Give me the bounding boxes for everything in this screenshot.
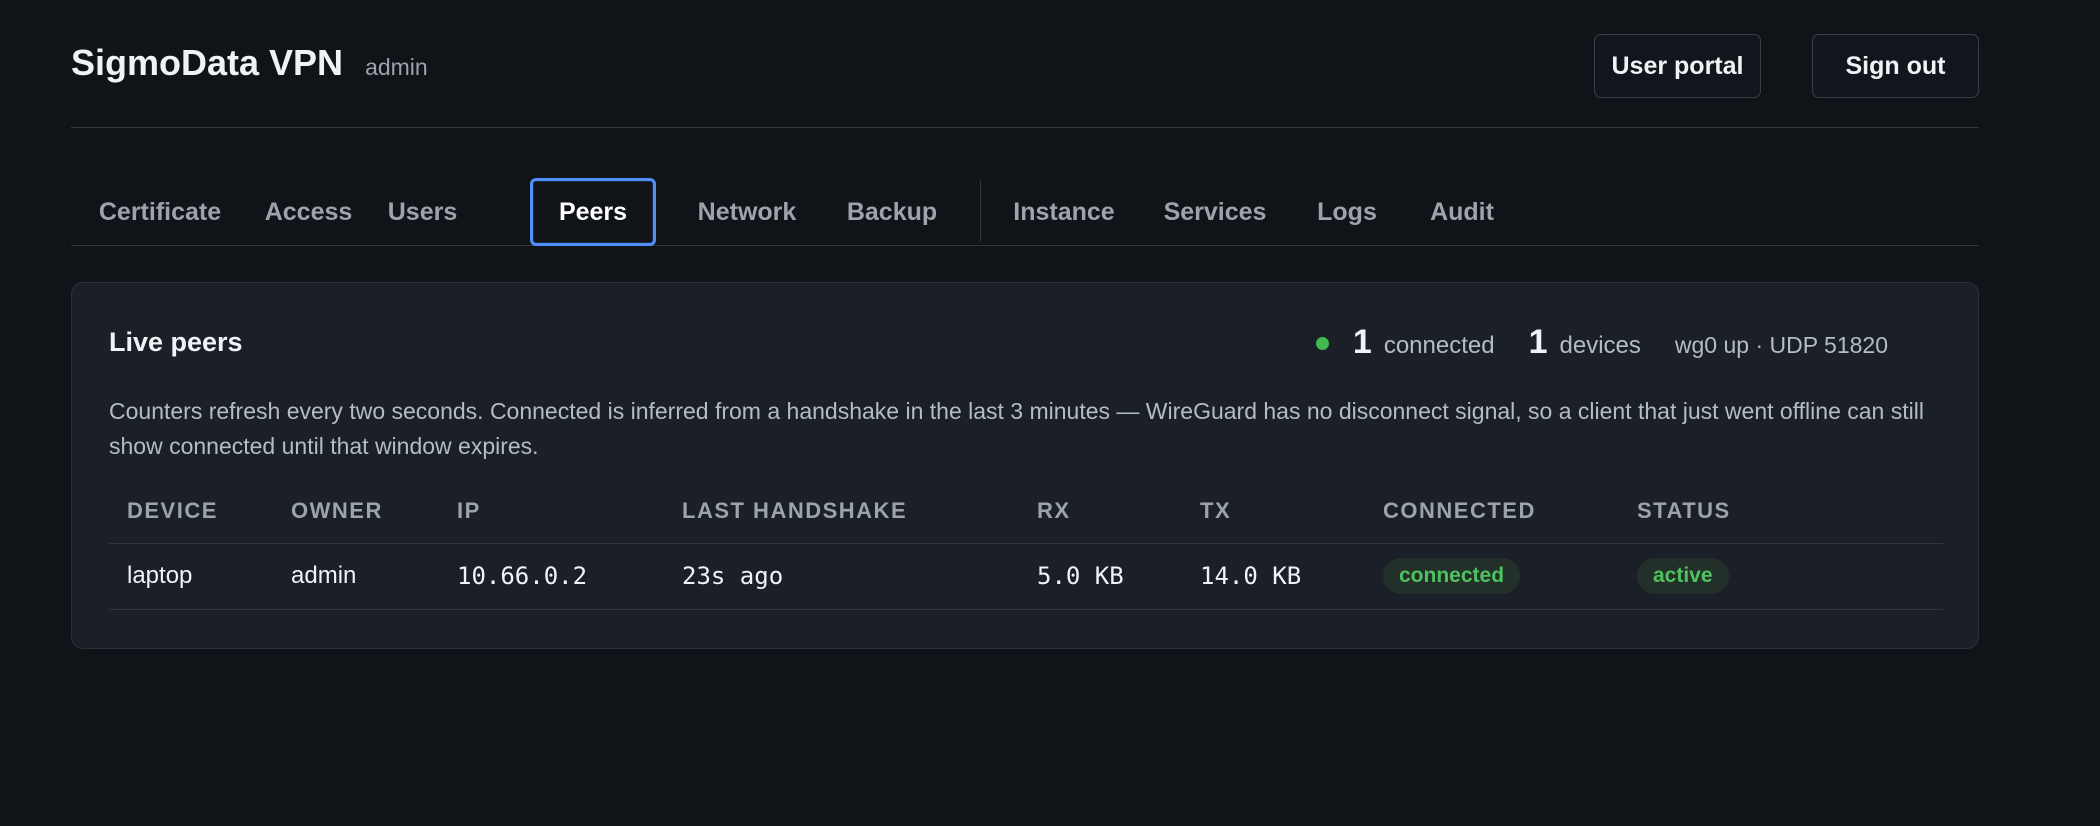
cell-tx: 14.0 KB [1182,543,1365,610]
tab-bar: Certificate Access Users Peers Network B… [71,178,1979,246]
cell-ip: 10.66.0.2 [439,543,664,610]
top-header: SigmoData VPN admin User portal Sign out [71,34,1979,128]
live-peers-panel: Live peers 1 connected 1 devices wg0 up … [71,282,1979,649]
cell-device: laptop [109,543,273,610]
cell-last-handshake: 23s ago [664,543,1019,610]
table-header-row: DEVICE OWNER IP LAST HANDSHAKE RX TX CON… [109,479,1943,544]
user-role-label: admin [365,54,428,80]
column-header-last-handshake: LAST HANDSHAKE [664,479,1019,544]
panel-description: Counters refresh every two seconds. Conn… [109,398,1924,459]
peers-table: DEVICE OWNER IP LAST HANDSHAKE RX TX CON… [109,479,1943,610]
status-badge: active [1637,558,1729,594]
table-row: laptop admin 10.66.0.2 23s ago 5.0 KB 14… [109,543,1943,610]
brand: SigmoData VPN admin [71,42,428,84]
connected-badge: connected [1383,558,1521,594]
peer-stats: 1 connected 1 devices wg0 up · UDP 51820 [1315,323,1888,362]
tab-instance[interactable]: Instance [988,178,1140,246]
column-header-status: STATUS [1619,479,1943,544]
cell-status: active [1619,543,1943,610]
tab-users[interactable]: Users [368,178,477,246]
cell-rx: 5.0 KB [1019,543,1182,610]
column-header-ip: IP [439,479,664,544]
panel-title: Live peers [109,327,243,357]
tab-audit[interactable]: Audit [1404,178,1520,246]
connected-label: connected [1383,332,1495,359]
tab-peers[interactable]: Peers [530,178,656,246]
user-portal-button[interactable]: User portal [1594,34,1761,98]
column-header-connected: CONNECTED [1365,479,1619,544]
tab-backup[interactable]: Backup [823,178,961,246]
column-header-rx: RX [1019,479,1182,544]
admin-page: SigmoData VPN admin User portal Sign out… [0,0,2100,826]
app-title: SigmoData VPN [71,42,344,83]
interface-status: wg0 up · UDP 51820 [1674,332,1888,358]
sign-out-button[interactable]: Sign out [1812,34,1979,98]
connected-count: 1 [1352,323,1372,361]
cell-owner: admin [273,543,439,610]
column-header-tx: TX [1182,479,1365,544]
column-header-owner: OWNER [273,479,439,544]
tab-certificate[interactable]: Certificate [71,178,249,246]
devices-count: 1 [1528,323,1548,361]
tab-logs[interactable]: Logs [1290,178,1404,246]
tab-access[interactable]: Access [249,178,368,246]
tab-services[interactable]: Services [1140,178,1290,246]
devices-label: devices [1559,332,1641,359]
cell-connected: connected [1365,543,1619,610]
tab-network[interactable]: Network [671,178,823,246]
column-header-device: DEVICE [109,479,273,544]
tab-separator [980,180,981,242]
status-dot-icon [1315,337,1329,350]
